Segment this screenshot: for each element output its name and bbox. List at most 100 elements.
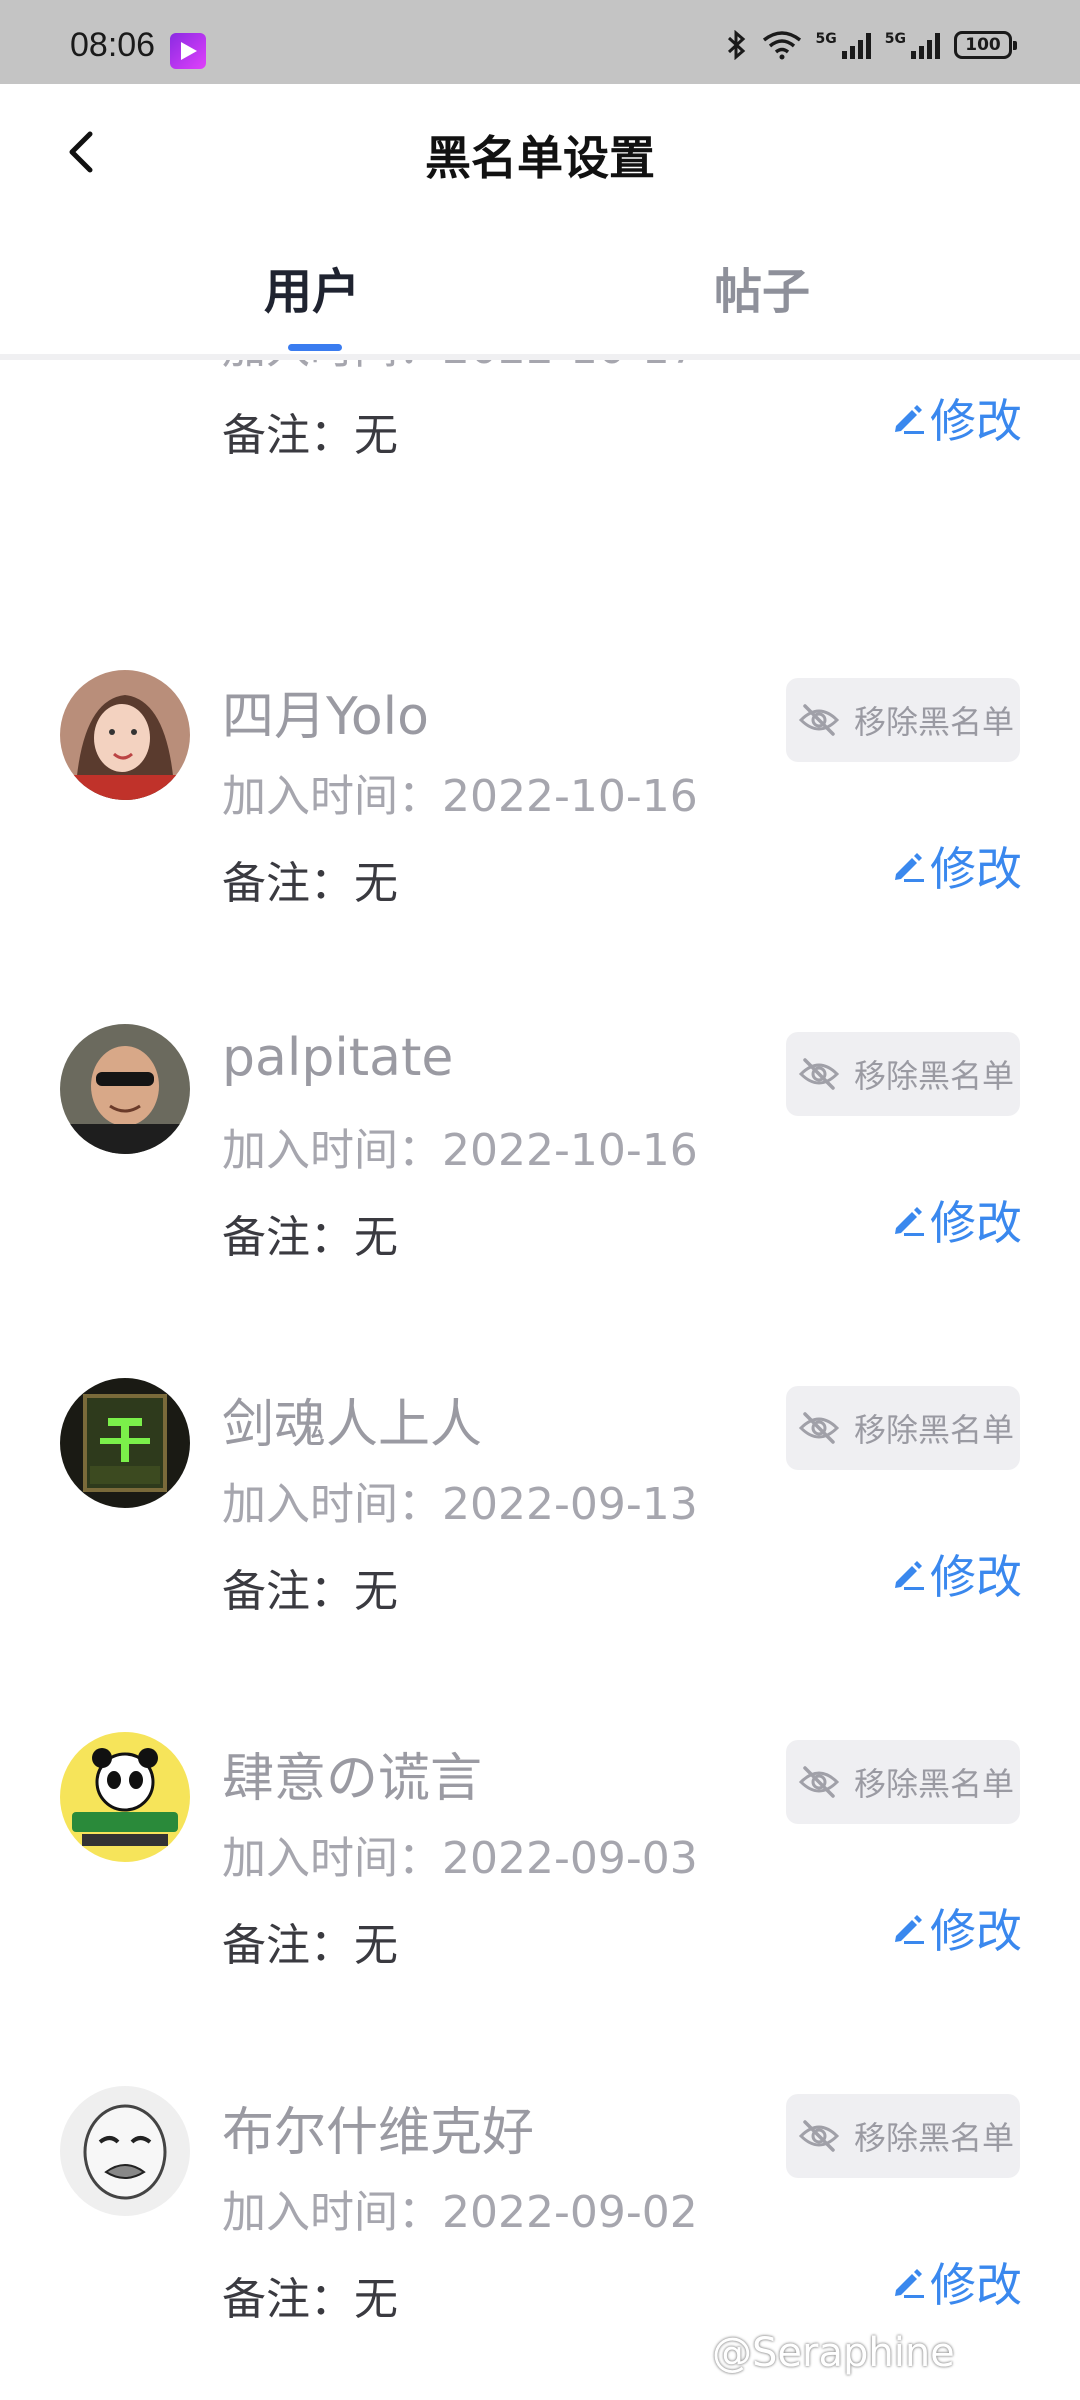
note: 备注：无 bbox=[222, 2263, 398, 2327]
remove-label: 移除黑名单 bbox=[854, 2119, 1015, 2157]
eye-off-icon bbox=[798, 1766, 840, 1798]
wifi-icon bbox=[762, 31, 801, 60]
edit-note-button[interactable]: 修改 bbox=[890, 834, 1022, 898]
status-time: 08:06 bbox=[70, 26, 156, 64]
remove-from-blacklist-button[interactable]: 移除黑名单 bbox=[786, 1386, 1020, 1470]
header: 黑名单设置 bbox=[0, 84, 1080, 214]
edit-note-button[interactable]: 修改 bbox=[890, 1542, 1022, 1606]
pencil-icon bbox=[895, 1915, 924, 1944]
signal-1-label: 5G bbox=[815, 31, 837, 47]
list-item: 四月Yolo 加入时间：2022-10-16 备注：无 移除黑名单 修改 bbox=[0, 670, 1080, 1024]
pencil-icon bbox=[895, 1207, 924, 1236]
join-time-label: 加入时间： bbox=[222, 1125, 442, 1176]
note-value: 无 bbox=[354, 410, 398, 461]
join-time-value: 2022-10-17 bbox=[442, 360, 698, 374]
signal-1-icon: 5G bbox=[816, 31, 871, 59]
note: 备注：无 bbox=[222, 399, 398, 463]
username: 肆意の谎言 bbox=[222, 1749, 483, 1809]
edit-note-button[interactable]: 修改 bbox=[890, 1188, 1022, 1252]
remove-label: 移除黑名单 bbox=[854, 1765, 1015, 1803]
edit-label: 修改 bbox=[930, 842, 1022, 896]
join-time: 加入时间：2022-09-02 bbox=[222, 2176, 698, 2240]
join-time-value: 2022-10-16 bbox=[442, 771, 698, 822]
remove-label: 移除黑名单 bbox=[854, 1057, 1015, 1095]
edit-label: 修改 bbox=[930, 2258, 1022, 2312]
join-time-label: 加入时间： bbox=[222, 771, 442, 822]
join-time: 加入时间：2022-09-13 bbox=[222, 1468, 698, 1532]
note-value: 无 bbox=[354, 2274, 398, 2325]
note-label: 备注： bbox=[222, 858, 354, 909]
tab-bar: 用户 帖子 bbox=[0, 214, 1080, 354]
pencil-icon bbox=[895, 405, 924, 434]
status-icons: 5G 5G 100 bbox=[726, 28, 1017, 62]
note: 备注：无 bbox=[222, 847, 398, 911]
note-label: 备注： bbox=[222, 1212, 354, 1263]
list-item: 肆意の谎言 加入时间：2022-09-03 备注：无 移除黑名单 修改 bbox=[0, 1732, 1080, 2086]
note-label: 备注： bbox=[222, 1920, 354, 1971]
note: 备注：无 bbox=[222, 1909, 398, 1973]
join-time: 加入时间：2022-10-16 bbox=[222, 1114, 698, 1178]
avatar[interactable] bbox=[60, 1378, 190, 1508]
avatar[interactable] bbox=[60, 2086, 190, 2216]
join-time: 加入时间：2022-10-16 bbox=[222, 760, 698, 824]
eye-off-icon bbox=[798, 1058, 840, 1090]
edit-note-button[interactable]: 修改 bbox=[890, 1896, 1022, 1960]
note-label: 备注： bbox=[222, 2274, 354, 2325]
page-title: 黑名单设置 bbox=[425, 131, 655, 185]
join-time-value: 2022-09-13 bbox=[442, 1479, 698, 1530]
signal-2-label: 5G bbox=[884, 31, 906, 47]
join-time-label: 加入时间： bbox=[222, 1833, 442, 1884]
tab-active-indicator bbox=[288, 344, 342, 351]
note: 备注：无 bbox=[222, 1555, 398, 1619]
tab-posts[interactable]: 帖子 bbox=[714, 252, 810, 322]
list-item: 剑魂人上人 加入时间：2022-09-13 备注：无 移除黑名单 修改 bbox=[0, 1378, 1080, 1732]
tab-users[interactable]: 用户 bbox=[264, 252, 360, 322]
pencil-icon bbox=[895, 853, 924, 882]
note-value: 无 bbox=[354, 1566, 398, 1617]
join-time: 加入时间：2022-10-17 bbox=[222, 360, 698, 376]
note-label: 备注： bbox=[222, 410, 354, 461]
edit-note-button[interactable]: 修改 bbox=[890, 386, 1022, 450]
list-item: palpitate 加入时间：2022-10-16 备注：无 移除黑名单 修改 bbox=[0, 1024, 1080, 1378]
eye-off-icon bbox=[798, 704, 840, 736]
note-label: 备注： bbox=[222, 1566, 354, 1617]
username: palpitate bbox=[222, 1028, 454, 1088]
avatar[interactable] bbox=[60, 1732, 190, 1862]
join-time: 加入时间：2022-09-03 bbox=[222, 1822, 698, 1886]
edit-label: 修改 bbox=[930, 1904, 1022, 1958]
join-time-label: 加入时间： bbox=[222, 360, 442, 374]
edit-note-button[interactable]: 修改 bbox=[890, 2250, 1022, 2314]
edit-label: 修改 bbox=[930, 1196, 1022, 1250]
notification-app-icon bbox=[170, 33, 206, 69]
note-value: 无 bbox=[354, 858, 398, 909]
pencil-icon bbox=[895, 1561, 924, 1590]
note-value: 无 bbox=[354, 1920, 398, 1971]
watermark: @Seraphine bbox=[712, 2330, 955, 2376]
join-time-label: 加入时间： bbox=[222, 2187, 442, 2238]
status-bar: 08:06 5G 5G 100 bbox=[0, 0, 1080, 84]
remove-from-blacklist-button[interactable]: 移除黑名单 bbox=[786, 678, 1020, 762]
remove-label: 移除黑名单 bbox=[854, 703, 1015, 741]
bluetooth-icon bbox=[727, 30, 745, 60]
eye-off-icon bbox=[798, 1412, 840, 1444]
remove-label: 移除黑名单 bbox=[854, 1411, 1015, 1449]
remove-from-blacklist-button[interactable]: 移除黑名单 bbox=[786, 2094, 1020, 2178]
edit-label: 修改 bbox=[930, 1550, 1022, 1604]
username: 剑魂人上人 bbox=[222, 1395, 483, 1455]
eye-off-icon bbox=[798, 2120, 840, 2152]
join-time-value: 2022-10-16 bbox=[442, 1125, 698, 1176]
remove-from-blacklist-button[interactable]: 移除黑名单 bbox=[786, 1032, 1020, 1116]
note-value: 无 bbox=[354, 1212, 398, 1263]
signal-2-icon: 5G bbox=[885, 31, 940, 59]
remove-from-blacklist-button[interactable]: 移除黑名单 bbox=[786, 1740, 1020, 1824]
avatar[interactable] bbox=[60, 1024, 190, 1154]
list-item: 加入时间：2022-10-17 备注：无 移除黑名单 修改 bbox=[0, 360, 1080, 576]
join-time-value: 2022-09-03 bbox=[442, 1833, 698, 1884]
blacklist-list[interactable]: 加入时间：2022-10-17 备注：无 移除黑名单 修改 bbox=[0, 360, 1080, 2400]
username: 四月Yolo bbox=[222, 687, 429, 747]
avatar[interactable] bbox=[60, 670, 190, 800]
edit-label: 修改 bbox=[930, 394, 1022, 448]
join-time-label: 加入时间： bbox=[222, 1479, 442, 1530]
join-time-value: 2022-09-02 bbox=[442, 2187, 698, 2238]
username: 布尔什维克好 bbox=[222, 2103, 535, 2163]
